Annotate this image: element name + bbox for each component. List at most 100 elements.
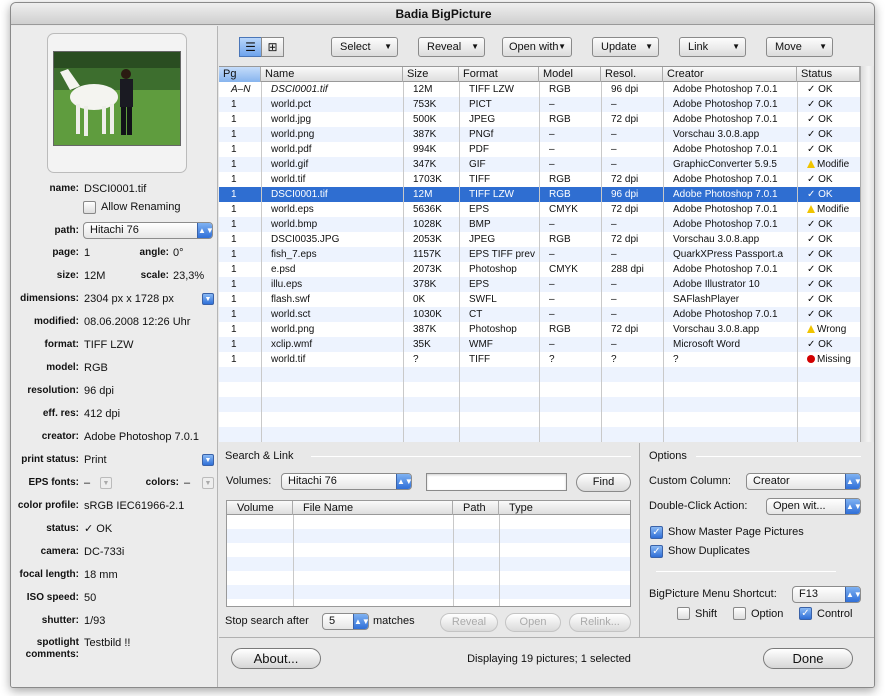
- table-scrollbar[interactable]: [860, 66, 874, 442]
- custom-column-value: Creator: [753, 475, 790, 487]
- cell-status: ✓ OK: [807, 84, 833, 95]
- search-divider: [311, 456, 631, 457]
- shift-checkbox[interactable]: [677, 607, 690, 620]
- search-column-header[interactable]: Path: [453, 501, 499, 515]
- cell-name: DSCI0001.tif: [271, 189, 328, 200]
- cell-name: world.gif: [271, 159, 309, 170]
- cell-format: PNGf: [469, 129, 494, 140]
- about-button[interactable]: About...: [231, 648, 321, 669]
- cell-name: world.bmp: [271, 219, 318, 230]
- done-button[interactable]: Done: [763, 648, 853, 669]
- grid-view-button[interactable]: ⊞: [261, 37, 284, 57]
- cell-size: 347K: [413, 159, 437, 170]
- spotlight-value[interactable]: Testbild !!: [84, 636, 130, 650]
- cell-model: –: [549, 279, 555, 290]
- cell-size: 1028K: [413, 219, 442, 230]
- column-header-size[interactable]: Size: [403, 67, 459, 82]
- options-divider: [696, 456, 861, 457]
- cell-format: JPEG: [469, 234, 496, 245]
- link-button[interactable]: Link ▼: [679, 37, 746, 57]
- column-header-model[interactable]: Model: [539, 67, 601, 82]
- column-header-status[interactable]: Status: [797, 67, 860, 82]
- status-value: ✓ OK: [84, 523, 113, 535]
- search-column-header[interactable]: Volume: [227, 501, 293, 515]
- find-button[interactable]: Find: [576, 473, 631, 492]
- cell-model: RGB: [549, 84, 571, 95]
- search-input[interactable]: [426, 473, 567, 491]
- move-label: Move: [775, 41, 802, 53]
- volumes-popup[interactable]: Hitachi 76 ▲▼: [281, 473, 412, 490]
- search-column-header[interactable]: File Name: [293, 501, 453, 515]
- allow-renaming-checkbox[interactable]: [83, 201, 96, 214]
- column-header-pg[interactable]: Pg: [219, 67, 261, 82]
- search-result-row: [227, 543, 630, 557]
- cell-creator: Adobe Photoshop 7.0.1: [673, 204, 778, 215]
- search-reveal-button[interactable]: Reveal: [440, 613, 498, 632]
- toolbar: ☰ ⊞ Select ▼ Reveal ▼ Open with ▼ Update ▼ L…: [219, 26, 874, 66]
- search-open-button[interactable]: Open: [505, 613, 561, 632]
- cell-pg: 1: [231, 264, 237, 275]
- matches-label: matches: [373, 615, 415, 627]
- column-header-creator[interactable]: Creator: [663, 67, 797, 82]
- reveal-label: Reveal: [427, 41, 462, 53]
- search-result-row: [227, 515, 630, 529]
- double-click-popup[interactable]: Open wit... ▲▼: [766, 498, 861, 515]
- reveal-button[interactable]: Reveal ▼: [418, 37, 485, 57]
- cell-status: Modifie: [797, 157, 860, 172]
- colors-label: colors:: [145, 477, 179, 488]
- shortcut-popup[interactable]: F13 ▲▼: [792, 586, 861, 603]
- column-header-format[interactable]: Format: [459, 67, 539, 82]
- updown-arrows-icon: ▲▼: [845, 474, 860, 489]
- cell-creator: Adobe Photoshop 7.0.1: [673, 189, 778, 200]
- column-divider: [459, 82, 460, 442]
- modified-value: 08.06.2008 12:26 Uhr: [84, 316, 191, 328]
- status-text: Displaying 19 pictures; 1 selected: [467, 653, 631, 665]
- cell-format: EPS: [469, 279, 490, 290]
- column-divider: [293, 515, 294, 606]
- colors-popup-icon[interactable]: ▼: [202, 477, 214, 489]
- cell-pg: 1: [231, 324, 237, 335]
- select-button[interactable]: Select ▼: [331, 37, 398, 57]
- dropdown-arrow-icon: ▼: [645, 42, 653, 51]
- path-popup[interactable]: Hitachi 76 ▲▼: [83, 222, 213, 239]
- column-divider: [261, 82, 262, 442]
- cell-size: 1157K: [413, 249, 442, 260]
- cell-format: PDF: [469, 144, 489, 155]
- cell-pg: 1: [231, 234, 237, 245]
- print-status-popup-icon[interactable]: ▼: [202, 454, 214, 466]
- open-with-button[interactable]: Open with ▼: [502, 37, 572, 57]
- search-column-header[interactable]: Type: [499, 501, 630, 515]
- focal-length-label: focal length:: [19, 569, 79, 580]
- list-view-button[interactable]: ☰: [239, 37, 262, 57]
- dropdown-arrow-icon: ▼: [471, 42, 479, 51]
- cell-name: world.pct: [271, 99, 312, 110]
- eps-fonts-label: EPS fonts:: [28, 477, 79, 488]
- column-header-name[interactable]: Name: [261, 67, 403, 82]
- update-button[interactable]: Update ▼: [592, 37, 659, 57]
- warning-icon: [807, 160, 815, 168]
- scale-value: 23,3%: [173, 270, 205, 282]
- custom-column-popup[interactable]: Creator ▲▼: [746, 473, 861, 490]
- cell-size: 387K: [413, 324, 437, 335]
- thumbnail-image[interactable]: [53, 51, 181, 146]
- column-header-res[interactable]: Resol.: [601, 67, 663, 82]
- master-pages-checkbox[interactable]: ✓: [650, 526, 663, 539]
- size-label: size:: [56, 270, 79, 281]
- warning-icon: [807, 205, 815, 213]
- option-checkbox[interactable]: [733, 607, 746, 620]
- spotlight-comments-label: comments:: [25, 649, 79, 660]
- dimensions-popup-icon[interactable]: ▼: [202, 293, 214, 305]
- cell-creator: QuarkXPress Passport.a: [673, 249, 784, 260]
- duplicates-checkbox[interactable]: ✓: [650, 545, 663, 558]
- file-table[interactable]: A–N DSCI0001.tif 12M TIFF LZW RGB 96 dpi Adobe…: [219, 66, 860, 442]
- cell-res: –: [611, 219, 617, 230]
- cell-pg: 1: [231, 219, 237, 230]
- search-results-table[interactable]: Volume File Name Path Type: [226, 500, 631, 607]
- stop-count-popup[interactable]: 5 ▲▼: [322, 613, 369, 630]
- cell-name: world.eps: [271, 204, 314, 215]
- control-checkbox[interactable]: ✓: [799, 607, 812, 620]
- move-button[interactable]: Move ▼: [766, 37, 833, 57]
- thumbnail-frame: [47, 33, 187, 173]
- relink-button[interactable]: Relink...: [569, 613, 631, 632]
- cell-creator: ?: [673, 354, 679, 365]
